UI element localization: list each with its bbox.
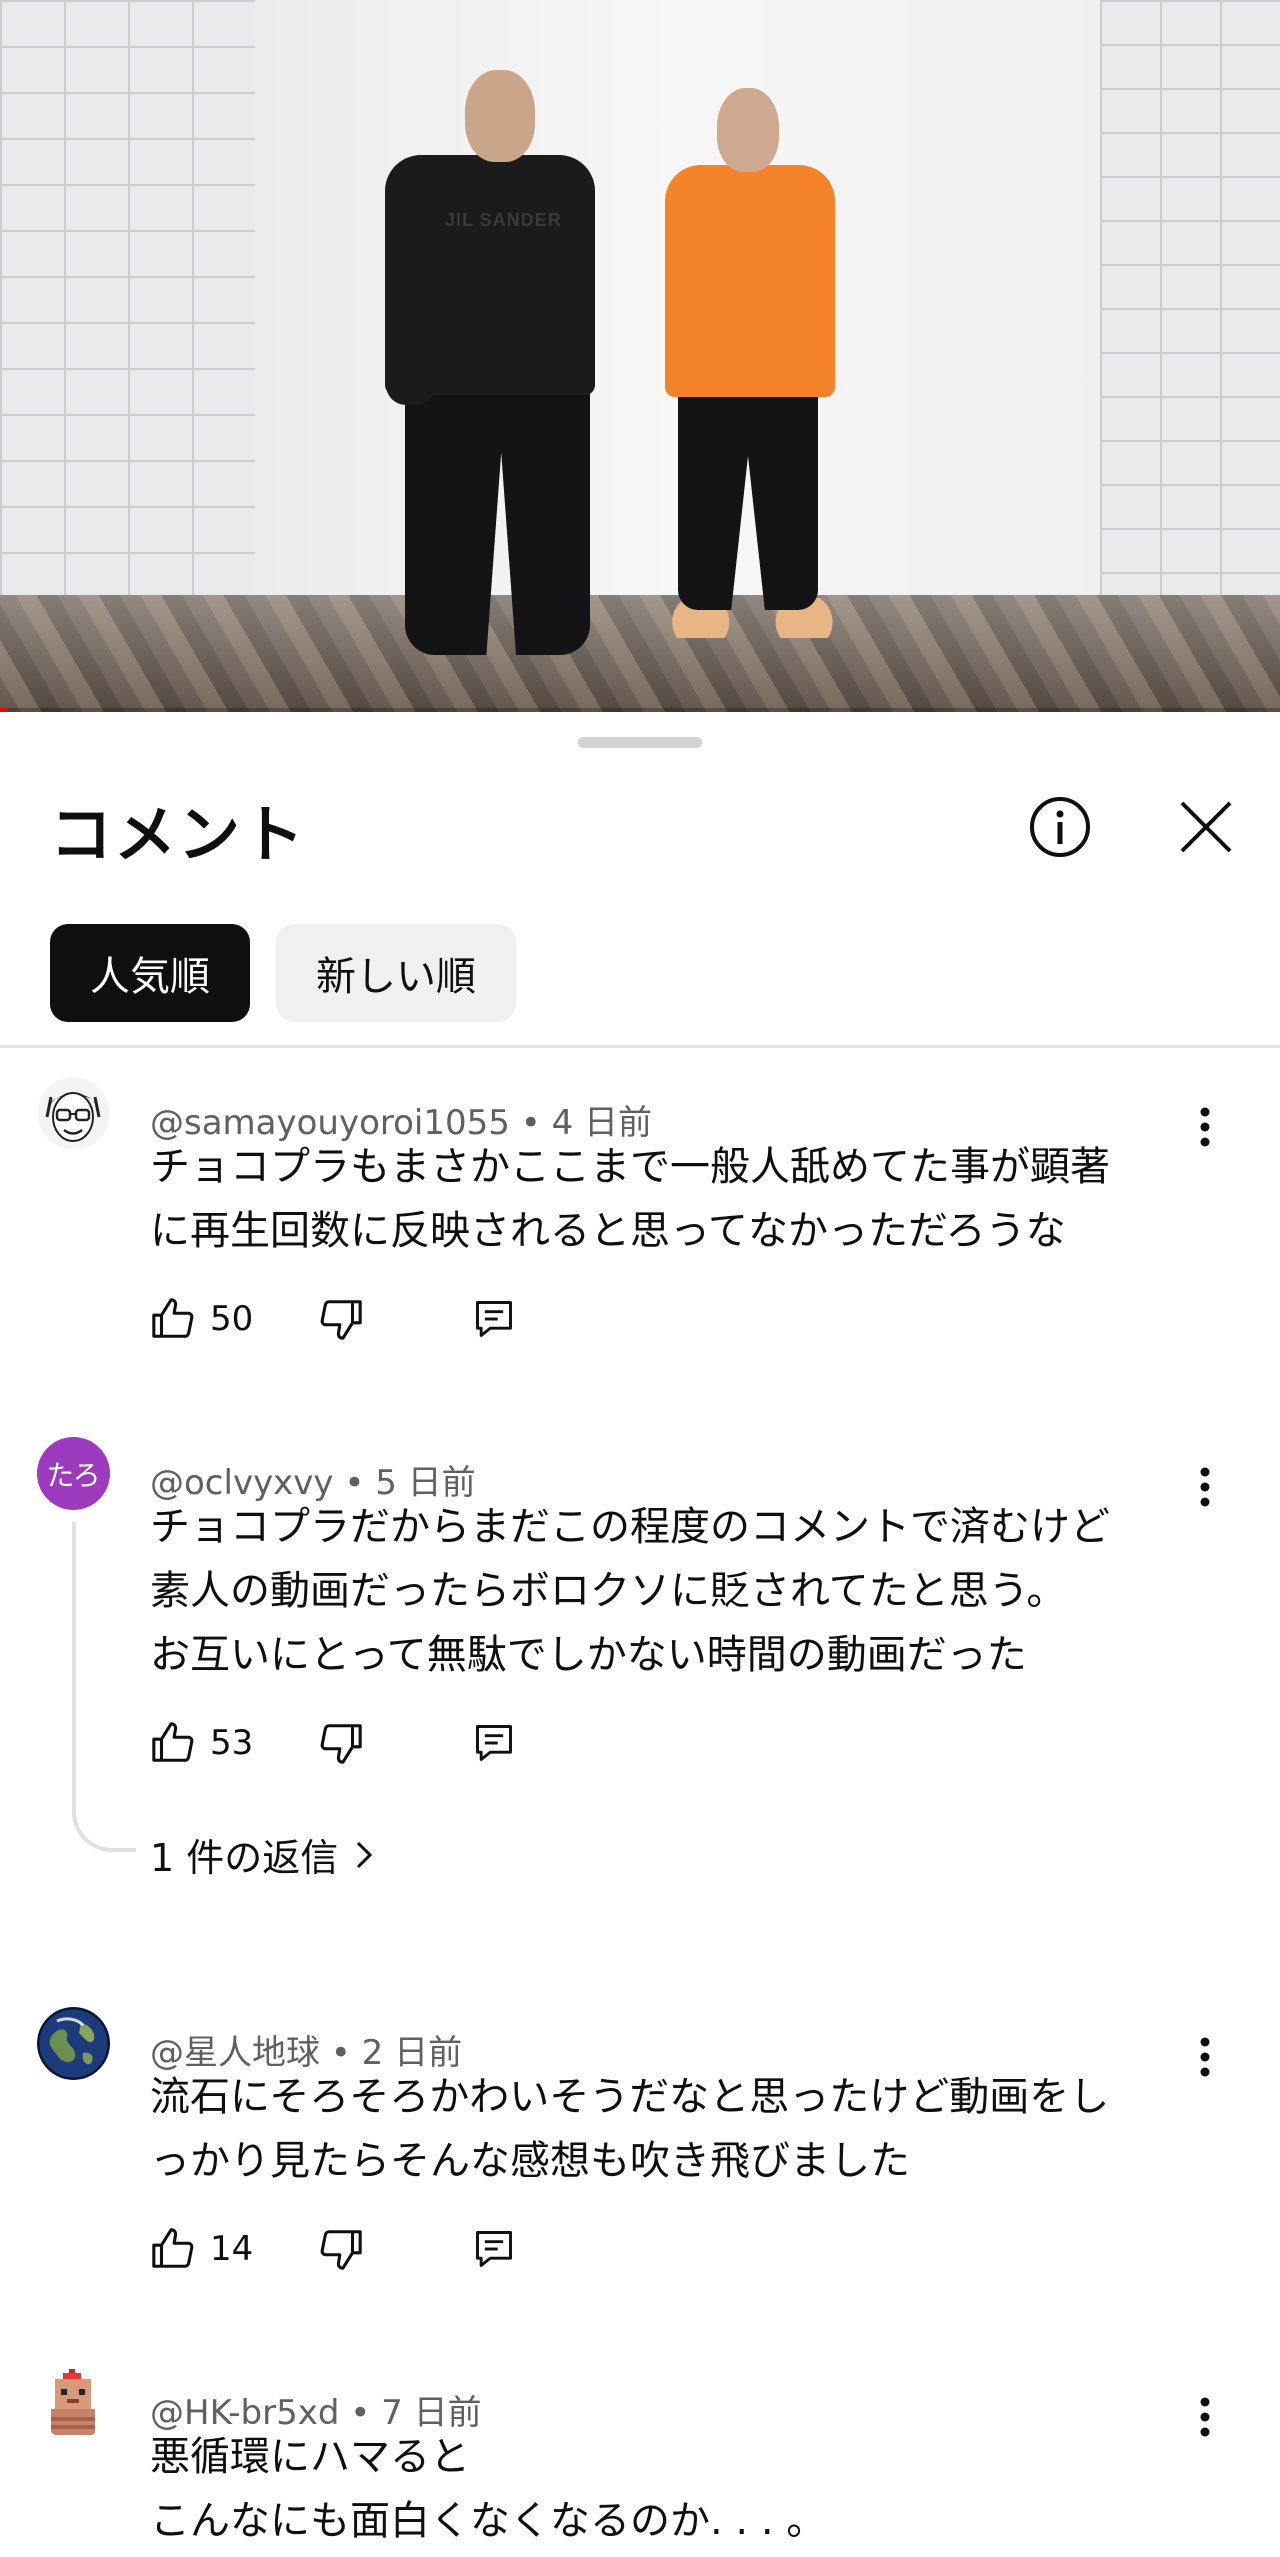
person-right-feet <box>652 598 847 638</box>
thumbs-up-icon <box>152 1298 194 1338</box>
like-count: 50 <box>210 1299 254 1339</box>
video-floor <box>0 595 1280 712</box>
comment-text: チョコプラだからまだこの程度のコメントで済むけど 素人の動画だったらボロクソに貶… <box>150 1504 1110 1678</box>
avatar[interactable] <box>37 1077 110 1150</box>
like-count: 53 <box>210 1723 254 1763</box>
avatar[interactable]: たろ <box>37 1437 110 1510</box>
chip-popular[interactable]: 人気順 <box>50 924 250 1022</box>
sort-chips: 人気順 新しい順 <box>50 924 516 1022</box>
info-button[interactable] <box>1020 787 1100 867</box>
info-circle-icon <box>1030 797 1090 857</box>
chevron-right-icon <box>357 1841 373 1868</box>
pixel-character-avatar-icon <box>51 2369 95 2435</box>
comments-sheet: コメント 人気順 新しい順 @samayouyoroi1055 • 4 日前 チ… <box>0 712 1280 2557</box>
person-right-head <box>717 88 779 172</box>
thumbs-down-icon <box>320 2230 362 2270</box>
comment-text: チョコプラもまさかここまで一般人舐めてた事が顕著 に再生回数に反映されると思って… <box>150 1144 1110 1254</box>
thumbs-up-icon <box>152 2228 194 2268</box>
view-replies-link[interactable]: 1 件の返信 <box>150 1827 374 1882</box>
reply-thread-line <box>72 1522 136 1852</box>
dislike-button[interactable] <box>318 1289 368 1349</box>
like-count: 14 <box>210 2229 254 2269</box>
person-left-head <box>465 70 535 162</box>
close-button[interactable] <box>1166 787 1246 867</box>
dislike-button[interactable] <box>318 1713 368 1773</box>
more-vert-icon <box>1200 2037 1210 2077</box>
sheet-drag-handle[interactable] <box>578 737 702 748</box>
thumbs-down-icon <box>320 1300 362 1340</box>
glasses-man-avatar-icon <box>37 1077 110 1150</box>
divider <box>0 1045 1280 1048</box>
chip-newest[interactable]: 新しい順 <box>276 924 516 1022</box>
avatar[interactable] <box>37 2007 110 2080</box>
avatar[interactable] <box>37 2367 110 2440</box>
reply-comment-icon <box>476 1725 512 1761</box>
thumbs-down-icon <box>320 1724 362 1764</box>
video-player[interactable]: JIL SANDER <box>0 0 1280 712</box>
like-button[interactable] <box>150 1713 200 1773</box>
video-progress-fill <box>0 708 8 712</box>
more-vert-icon <box>1200 1467 1210 1507</box>
like-button[interactable] <box>150 1289 200 1349</box>
reply-button[interactable] <box>472 1713 522 1773</box>
reply-button[interactable] <box>472 1289 522 1349</box>
dislike-button[interactable] <box>318 2219 368 2279</box>
person-right-torso <box>665 165 835 397</box>
sheet-title: コメント <box>50 798 307 871</box>
comment-text: 悪循環にハマると こんなにも面白くなくなるのか. . . 。 <box>150 2434 827 2544</box>
reply-comment-icon <box>476 2231 512 2267</box>
close-icon <box>1180 801 1232 853</box>
more-vert-icon <box>1200 1107 1210 1147</box>
reply-comment-icon <box>476 1301 512 1337</box>
replies-label: 1 件の返信 <box>150 1836 339 1880</box>
thumbs-up-icon <box>152 1722 194 1762</box>
like-button[interactable] <box>150 2219 200 2279</box>
avatar-initials: たろ <box>46 1458 101 1492</box>
comment-text: 流石にそろそろかわいそうだなと思ったけど動画をし っかり見たらそんな感想も吹き飛… <box>150 2074 1110 2184</box>
person-left-torso: JIL SANDER <box>385 155 595 395</box>
shirt-logo: JIL SANDER <box>445 210 562 230</box>
more-vert-icon <box>1200 2397 1210 2437</box>
reply-button[interactable] <box>472 2219 522 2279</box>
earth-globe-avatar-icon <box>37 2007 110 2080</box>
